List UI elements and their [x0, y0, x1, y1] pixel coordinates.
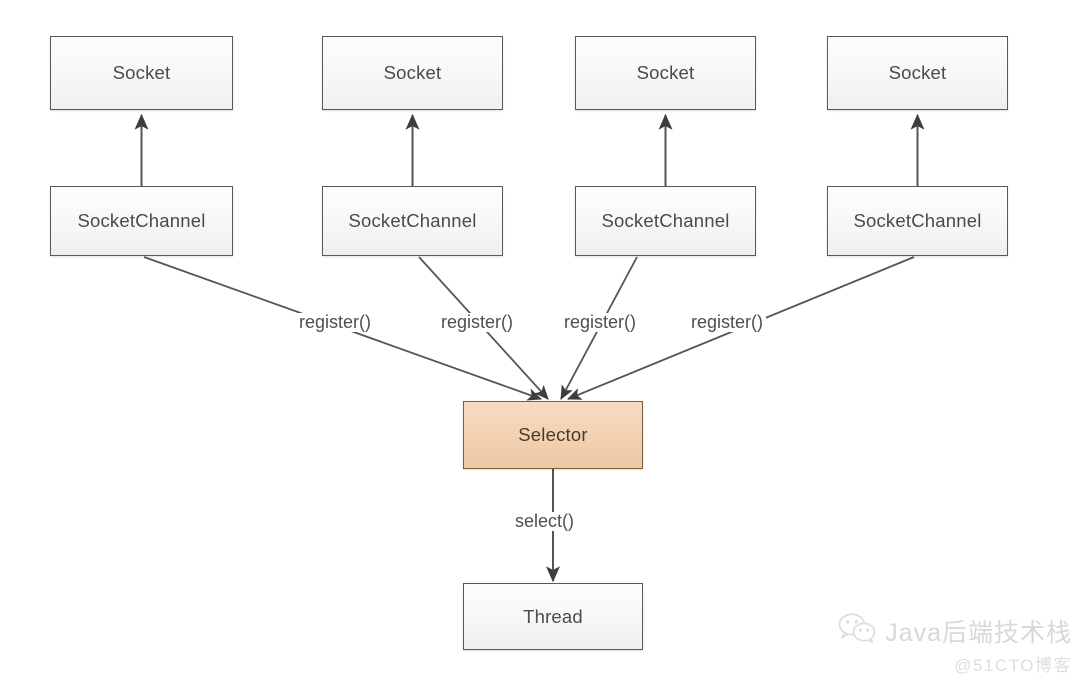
- edge-label-register-3: register(): [561, 313, 640, 332]
- node-socketchannel-2[interactable]: SocketChannel: [322, 186, 503, 256]
- node-socket-4[interactable]: Socket: [827, 36, 1008, 110]
- node-socketchannel-3-label: SocketChannel: [601, 210, 730, 231]
- node-socketchannel-4-label: SocketChannel: [853, 210, 982, 231]
- node-selector-label: Selector: [518, 424, 588, 445]
- node-socket-1-label: Socket: [112, 62, 171, 83]
- diagram-canvas: Socket Socket Socket Socket SocketChanne…: [0, 0, 1080, 682]
- edge-label-select: select(): [512, 512, 578, 531]
- watermark-subtitle: @51CTO博客: [954, 656, 1072, 675]
- watermark-row: Java后端技术栈: [837, 612, 1072, 649]
- node-socket-2[interactable]: Socket: [322, 36, 503, 110]
- node-selector[interactable]: Selector: [463, 401, 643, 469]
- node-socket-3-label: Socket: [636, 62, 695, 83]
- watermark: Java后端技术栈 @51CTO博客: [837, 612, 1072, 676]
- node-socketchannel-3[interactable]: SocketChannel: [575, 186, 756, 256]
- node-socketchannel-2-label: SocketChannel: [348, 210, 477, 231]
- node-socket-2-label: Socket: [383, 62, 442, 83]
- edge-label-register-1: register(): [296, 313, 375, 332]
- edge-label-register-4: register(): [688, 313, 767, 332]
- watermark-title: Java后端技术栈: [885, 618, 1072, 647]
- wechat-icon: [837, 612, 877, 649]
- node-socketchannel-1[interactable]: SocketChannel: [50, 186, 233, 256]
- edge-label-register-2: register(): [438, 313, 517, 332]
- node-socketchannel-1-label: SocketChannel: [77, 210, 206, 231]
- node-socket-4-label: Socket: [888, 62, 947, 83]
- node-socket-1[interactable]: Socket: [50, 36, 233, 110]
- node-socketchannel-4[interactable]: SocketChannel: [827, 186, 1008, 256]
- node-thread[interactable]: Thread: [463, 583, 643, 650]
- node-thread-label: Thread: [523, 605, 583, 627]
- node-socket-3[interactable]: Socket: [575, 36, 756, 110]
